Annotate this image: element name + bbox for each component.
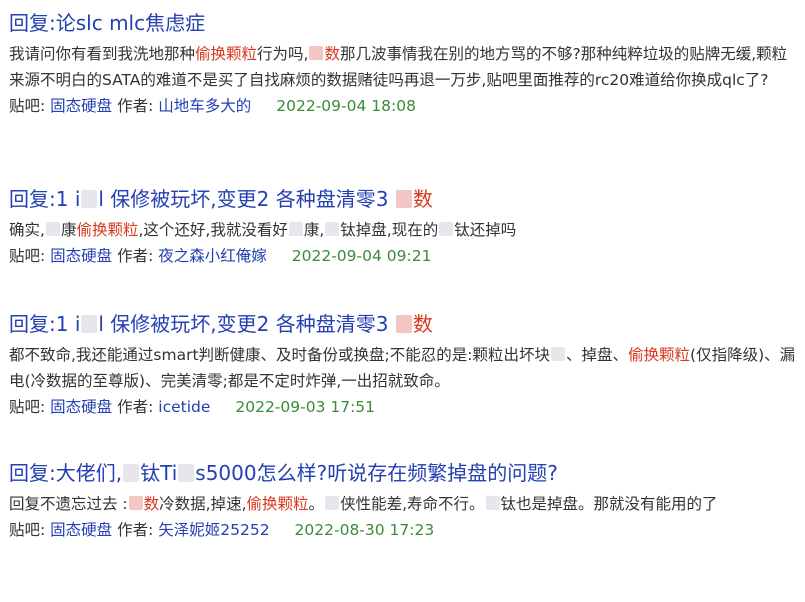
text-segment: 康 <box>60 221 77 239</box>
text-segment: 钛还掉吗 <box>454 221 517 239</box>
highlighted-keyword: 偷换颗粒 <box>246 495 309 513</box>
text-segment: 都不致命,我还能通过smart判断健康、及时备份或换盘;不能忍的是:颗粒出坏块 <box>9 346 550 364</box>
post-date: 2022-09-04 18:08 <box>276 97 416 115</box>
highlighted-keyword: 数 <box>143 495 160 513</box>
text-segment: 确实, <box>9 221 45 239</box>
redacted-blur <box>288 222 303 236</box>
author-link[interactable]: 矢泽妮姬25252 <box>158 521 269 539</box>
author-link[interactable]: icetide <box>158 398 210 416</box>
redacted-blur <box>81 315 98 333</box>
result-snippet: 回复不遗忘过去 : 数冷数据,掉速,偷换颗粒。 侠性能差,寿命不行。 钛也是掉盘。那就… <box>9 491 799 517</box>
result-snippet: 我请问你有看到我洗地那种偷换颗粒行为吗, 数那几波事情我在别的地方骂的不够?那种纯… <box>9 41 799 93</box>
result-snippet: 都不致命,我还能通过smart判断健康、及时备份或换盘;不能忍的是:颗粒出坏块、… <box>9 342 799 394</box>
forum-label: 贴吧: <box>9 398 46 416</box>
redacted-blur <box>395 315 412 333</box>
search-result: 回复:大佬们, 钛Ti s5000怎么样?听说存在频繁掉盘的问题? 回复不遗忘过去 … <box>9 458 799 588</box>
text-segment: 康, <box>303 221 325 239</box>
author-link[interactable]: 夜之森小红俺嫁 <box>158 247 267 265</box>
text-segment: 回复:大佬们, <box>9 461 123 485</box>
result-title-link[interactable]: 回复:1 i l 保修被玩坏,变更2 各种盘清零3 数 <box>9 184 799 214</box>
text-segment: 。 <box>308 495 325 513</box>
text-segment: 我请问你有看到我洗地那种 <box>9 45 196 63</box>
text-segment: 钛Ti <box>140 461 178 485</box>
author-link[interactable]: 山地车多大的 <box>158 97 251 115</box>
search-result: 回复:1 i l 保修被玩坏,变更2 各种盘清零3 数 确实, 康偷换颗粒,这个还好… <box>9 184 799 309</box>
forum-label: 贴吧: <box>9 521 46 539</box>
result-meta: 贴吧: 固态硬盘 作者: 矢泽妮姬25252 2022-08-30 17:23 <box>9 518 799 542</box>
forum-link[interactable]: 固态硬盘 <box>50 521 112 539</box>
text-segment: l 保修被玩坏,变更2 各种盘清零3 <box>98 187 395 211</box>
result-title-link[interactable]: 回复:1 i l 保修被玩坏,变更2 各种盘清零3 数 <box>9 309 799 339</box>
result-meta: 贴吧: 固态硬盘 作者: 山地车多大的 2022-09-04 18:08 <box>9 94 799 118</box>
text-segment: 回复:1 i <box>9 187 81 211</box>
text-segment: 钛掉盘,现在的 <box>340 221 439 239</box>
result-meta: 贴吧: 固态硬盘 作者: 夜之森小红俺嫁 2022-09-04 09:21 <box>9 244 799 268</box>
redacted-blur <box>178 464 195 482</box>
author-label: 作者: <box>117 521 154 539</box>
author-label: 作者: <box>117 97 154 115</box>
forum-link[interactable]: 固态硬盘 <box>50 398 112 416</box>
result-title-link[interactable]: 回复:大佬们, 钛Ti s5000怎么样?听说存在频繁掉盘的问题? <box>9 458 799 488</box>
highlighted-keyword: 数 <box>324 45 340 63</box>
redacted-blur <box>128 496 143 510</box>
highlighted-keyword: 偷换颗粒 <box>628 346 691 364</box>
redacted-blur <box>485 496 500 510</box>
post-date: 2022-09-04 09:21 <box>291 247 432 265</box>
text-segment: l 保修被玩坏,变更2 各种盘清零3 <box>98 312 395 336</box>
search-result: 回复:论slc mlc焦虑症 我请问你有看到我洗地那种偷换颗粒行为吗, 数那几波事… <box>9 8 799 184</box>
forum-label: 贴吧: <box>9 247 46 265</box>
search-results-list: 回复:论slc mlc焦虑症 我请问你有看到我洗地那种偷换颗粒行为吗, 数那几波事… <box>9 8 799 588</box>
text-segment: 回复:1 i <box>9 312 81 336</box>
redacted-blur <box>551 347 565 361</box>
forum-link[interactable]: 固态硬盘 <box>50 97 112 115</box>
text-segment: 侠性能差,寿命不行。 <box>340 495 485 513</box>
highlighted-keyword: 数 <box>412 187 433 211</box>
post-date: 2022-08-30 17:23 <box>294 521 435 539</box>
text-segment: ,这个还好,我就没看好 <box>138 221 288 239</box>
text-segment: 、掉盘、 <box>566 346 629 364</box>
text-segment: 回复不遗忘过去 : <box>9 495 128 513</box>
text-segment: 钛也是掉盘。那就没有能用的了 <box>500 495 718 513</box>
forum-link[interactable]: 固态硬盘 <box>50 247 112 265</box>
highlighted-keyword: 数 <box>412 312 433 336</box>
result-meta: 贴吧: 固态硬盘 作者: icetide 2022-09-03 17:51 <box>9 395 799 419</box>
highlighted-keyword: 偷换颗粒 <box>195 45 258 63</box>
redacted-blur <box>123 464 140 482</box>
redacted-blur <box>45 222 60 236</box>
redacted-blur <box>395 190 412 208</box>
text-segment: 行为吗, <box>257 45 309 63</box>
author-label: 作者: <box>117 398 154 416</box>
result-title-link[interactable]: 回复:论slc mlc焦虑症 <box>9 8 799 38</box>
redacted-blur <box>325 496 340 510</box>
redacted-blur <box>325 222 340 236</box>
highlighted-keyword: 偷换颗粒 <box>76 221 139 239</box>
redacted-blur <box>439 222 454 236</box>
result-snippet: 确实, 康偷换颗粒,这个还好,我就没看好 康, 钛掉盘,现在的 钛还掉吗 <box>9 217 799 243</box>
forum-label: 贴吧: <box>9 97 46 115</box>
redacted-blur <box>81 190 98 208</box>
post-date: 2022-09-03 17:51 <box>235 398 376 416</box>
author-label: 作者: <box>117 247 154 265</box>
text-segment: s5000怎么样?听说存在频繁掉盘的问题? <box>195 461 558 485</box>
redacted-blur <box>309 46 324 60</box>
search-result: 回复:1 i l 保修被玩坏,变更2 各种盘清零3 数 都不致命,我还能通过sma… <box>9 309 799 458</box>
text-segment: 冷数据,掉速, <box>159 495 247 513</box>
